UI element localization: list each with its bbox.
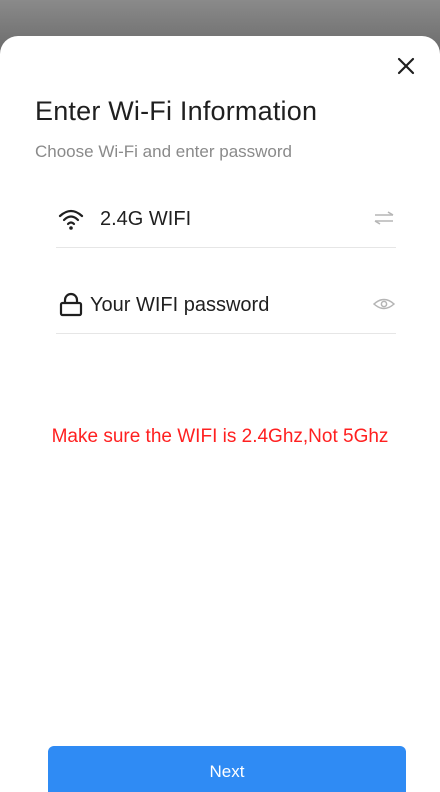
- next-button[interactable]: Next: [48, 746, 406, 792]
- lock-icon: [59, 292, 83, 317]
- wifi-network-selector[interactable]: 2.4G WIFI: [56, 188, 396, 248]
- eye-icon: [373, 298, 395, 310]
- switch-network-icon: [374, 211, 394, 225]
- toggle-password-visibility-button[interactable]: [372, 294, 396, 314]
- password-placeholder: Your WIFI password: [90, 294, 270, 316]
- password-field[interactable]: Your WIFI password: [56, 274, 396, 334]
- switch-network-button[interactable]: [372, 208, 396, 228]
- frequency-warning: Make sure the WIFI is 2.4Ghz,Not 5Ghz: [51, 426, 389, 447]
- close-button[interactable]: [392, 52, 420, 80]
- wifi-icon: [58, 209, 84, 230]
- wifi-modal-sheet: Enter Wi-Fi Information Choose Wi-Fi and…: [0, 36, 440, 792]
- page-subtitle: Choose Wi-Fi and enter password: [35, 142, 293, 161]
- close-icon: [397, 57, 415, 75]
- wifi-network-name: 2.4G WIFI: [100, 208, 192, 230]
- page-title: Enter Wi-Fi Information: [35, 96, 318, 126]
